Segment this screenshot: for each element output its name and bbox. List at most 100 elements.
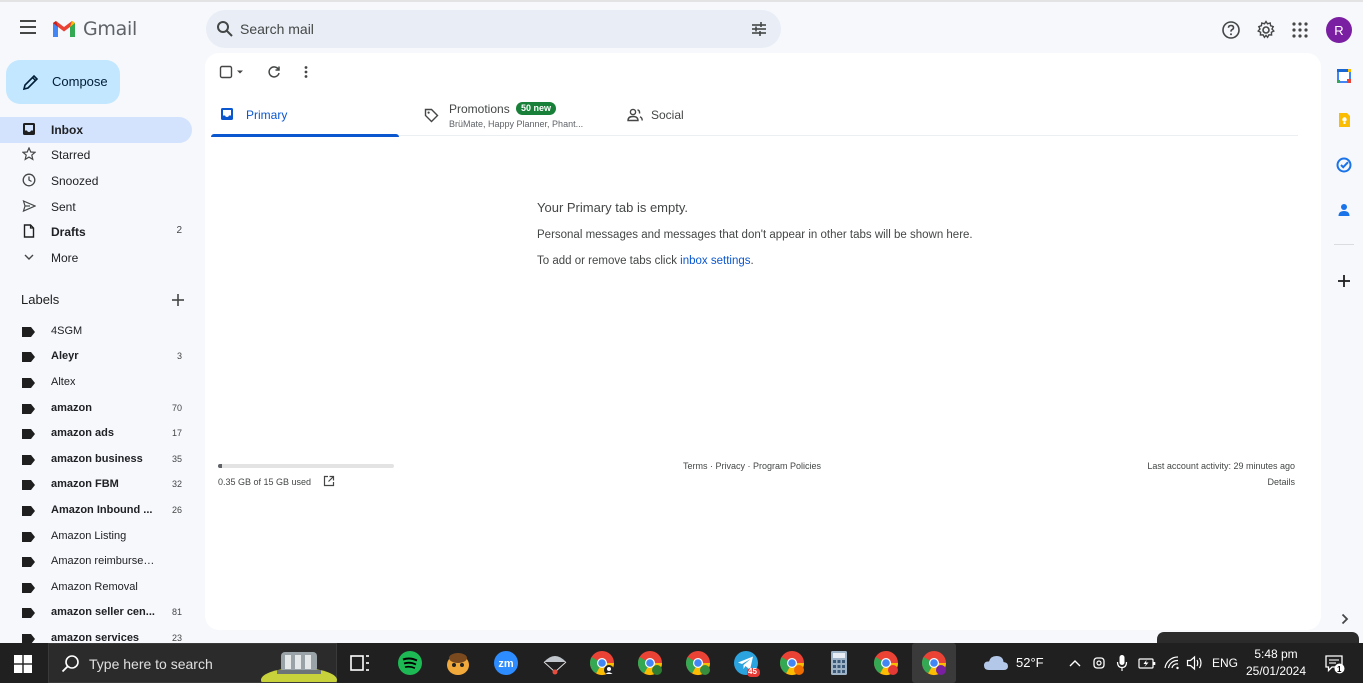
chrome-profile-l-icon[interactable]: [635, 648, 665, 678]
label-item[interactable]: Amazon reimbursement: [0, 550, 192, 574]
label-name: Altex: [51, 376, 76, 388]
label-item[interactable]: 4SGM: [0, 320, 192, 344]
label-item[interactable]: Amazon Listing: [0, 525, 192, 549]
sidebar-item-snoozed[interactable]: Snoozed: [0, 168, 192, 194]
sidebar-item-count: 2: [176, 225, 182, 236]
calculator-icon[interactable]: [824, 648, 854, 678]
more-options-icon[interactable]: [303, 65, 309, 79]
label-item[interactable]: amazon 70: [0, 397, 192, 421]
label-count: 17: [171, 428, 182, 438]
inbox-tab-icon: [221, 108, 233, 120]
label-tag-icon: [22, 557, 35, 567]
sidebar-item-label: More: [51, 251, 79, 265]
sidebar-item-more[interactable]: More: [0, 245, 192, 271]
chrome-profile-m-icon[interactable]: [683, 648, 713, 678]
account-avatar[interactable]: R: [1326, 17, 1352, 43]
sidebar-item-sent[interactable]: Sent: [0, 194, 192, 220]
label-item[interactable]: amazon FBM 32: [0, 473, 192, 497]
input-language[interactable]: ENG: [1212, 656, 1238, 670]
label-item[interactable]: amazon ads 17: [0, 422, 192, 446]
pencil-icon: [22, 74, 39, 91]
calendar-icon[interactable]: [1336, 68, 1352, 84]
promotions-new-badge: 50 new: [516, 102, 557, 115]
privacy-link[interactable]: Privacy: [716, 461, 746, 471]
tab-social[interactable]: Social: [619, 95, 809, 136]
label-tag-icon: [22, 404, 35, 414]
filter-options-icon[interactable]: [751, 21, 767, 37]
meet-now-icon[interactable]: [1092, 655, 1106, 671]
compose-button[interactable]: Compose: [6, 60, 120, 104]
tab-promotions[interactable]: Promotions 50 new BrüMate, Happy Planner…: [413, 95, 603, 136]
pet-app-icon[interactable]: [443, 648, 473, 678]
spotify-icon[interactable]: [395, 648, 425, 678]
tab-primary[interactable]: Primary: [211, 95, 399, 137]
sidebar-item-label: Drafts: [51, 225, 86, 239]
contacts-icon[interactable]: [1336, 202, 1352, 218]
apps-grid-icon[interactable]: [1292, 22, 1308, 38]
zoom-icon[interactable]: zm: [491, 648, 521, 678]
settings-gear-icon[interactable]: [1256, 20, 1276, 40]
select-all-checkbox-icon[interactable]: [219, 65, 245, 79]
label-tag-icon: [22, 583, 35, 593]
sidebar-item-starred[interactable]: Starred: [0, 142, 192, 168]
label-item[interactable]: Amazon Removal: [0, 576, 192, 600]
show-hidden-icons-chevron-icon[interactable]: [1068, 657, 1082, 669]
chrome-profile-red-icon[interactable]: [871, 648, 901, 678]
parachute-app-icon[interactable]: [540, 648, 570, 678]
footer-separator: ·: [745, 461, 754, 471]
sidebar-item-label: Starred: [51, 148, 91, 162]
keep-icon[interactable]: [1336, 112, 1352, 128]
telegram-unread-badge: 45: [748, 667, 757, 676]
clock[interactable]: 5:48 pm 25/01/2024: [1245, 647, 1307, 678]
weather-cloud-icon[interactable]: [983, 654, 1009, 672]
chrome-active-window[interactable]: [912, 643, 956, 683]
sidebar-item-label: Snoozed: [51, 174, 99, 188]
gmail-logo[interactable]: Gmail: [51, 18, 137, 40]
refresh-icon[interactable]: [267, 65, 281, 79]
get-addons-plus-icon[interactable]: [1336, 273, 1352, 289]
label-item[interactable]: amazon business 35: [0, 448, 192, 472]
hamburger-line: [20, 26, 36, 28]
notification-center-icon[interactable]: [1324, 654, 1346, 674]
help-icon[interactable]: [1221, 20, 1241, 40]
label-item[interactable]: amazon seller cen... 81: [0, 601, 192, 625]
inbox-settings-link[interactable]: inbox settings: [680, 255, 750, 267]
battery-charging-icon[interactable]: [1138, 656, 1156, 670]
compose-label: Compose: [52, 74, 108, 89]
search-icon: [61, 655, 79, 673]
search-icon[interactable]: [216, 20, 234, 38]
label-name: Aleyr: [51, 350, 79, 362]
sidebar-item-label: Sent: [51, 200, 76, 214]
search-input[interactable]: [240, 19, 720, 39]
label-item[interactable]: Altex: [0, 371, 192, 395]
open-in-new-icon[interactable]: [323, 475, 335, 487]
activity-details-link[interactable]: Details: [1147, 477, 1295, 487]
star-icon: [22, 147, 36, 161]
windows-start-icon[interactable]: [14, 655, 32, 673]
search-bar[interactable]: [206, 10, 781, 48]
label-tag-icon: [22, 532, 35, 542]
chevron-right-icon[interactable]: [1340, 612, 1350, 626]
sidebar-item-label: Inbox: [51, 123, 83, 137]
label-name: Amazon Removal: [51, 581, 138, 593]
task-view-icon[interactable]: [345, 648, 375, 678]
add-label-plus-icon[interactable]: [170, 292, 186, 308]
weather-temperature[interactable]: 52°F: [1016, 655, 1044, 670]
wifi-icon[interactable]: [1164, 656, 1180, 670]
terms-link[interactable]: Terms: [683, 461, 708, 471]
label-tag-icon: [22, 506, 35, 516]
main-menu-button[interactable]: [16, 16, 40, 40]
label-item[interactable]: Aleyr 3: [0, 345, 192, 369]
program-policies-link[interactable]: Program Policies: [753, 461, 821, 471]
taskbar-search[interactable]: Type here to search: [48, 643, 337, 683]
chrome-profile-m2-icon[interactable]: [777, 648, 807, 678]
speaker-volume-icon[interactable]: [1186, 655, 1204, 671]
chrome-icon[interactable]: [587, 648, 617, 678]
promotions-senders: BrüMate, Happy Planner, Phant...: [449, 119, 584, 129]
sidebar-item-inbox[interactable]: Inbox: [0, 117, 192, 143]
sidebar-item-drafts[interactable]: Drafts 2: [0, 219, 192, 245]
microphone-icon[interactable]: [1116, 654, 1128, 672]
footer-separator: ·: [707, 461, 716, 471]
label-item[interactable]: Amazon Inbound ... 26: [0, 499, 192, 523]
tasks-icon[interactable]: [1336, 157, 1352, 173]
